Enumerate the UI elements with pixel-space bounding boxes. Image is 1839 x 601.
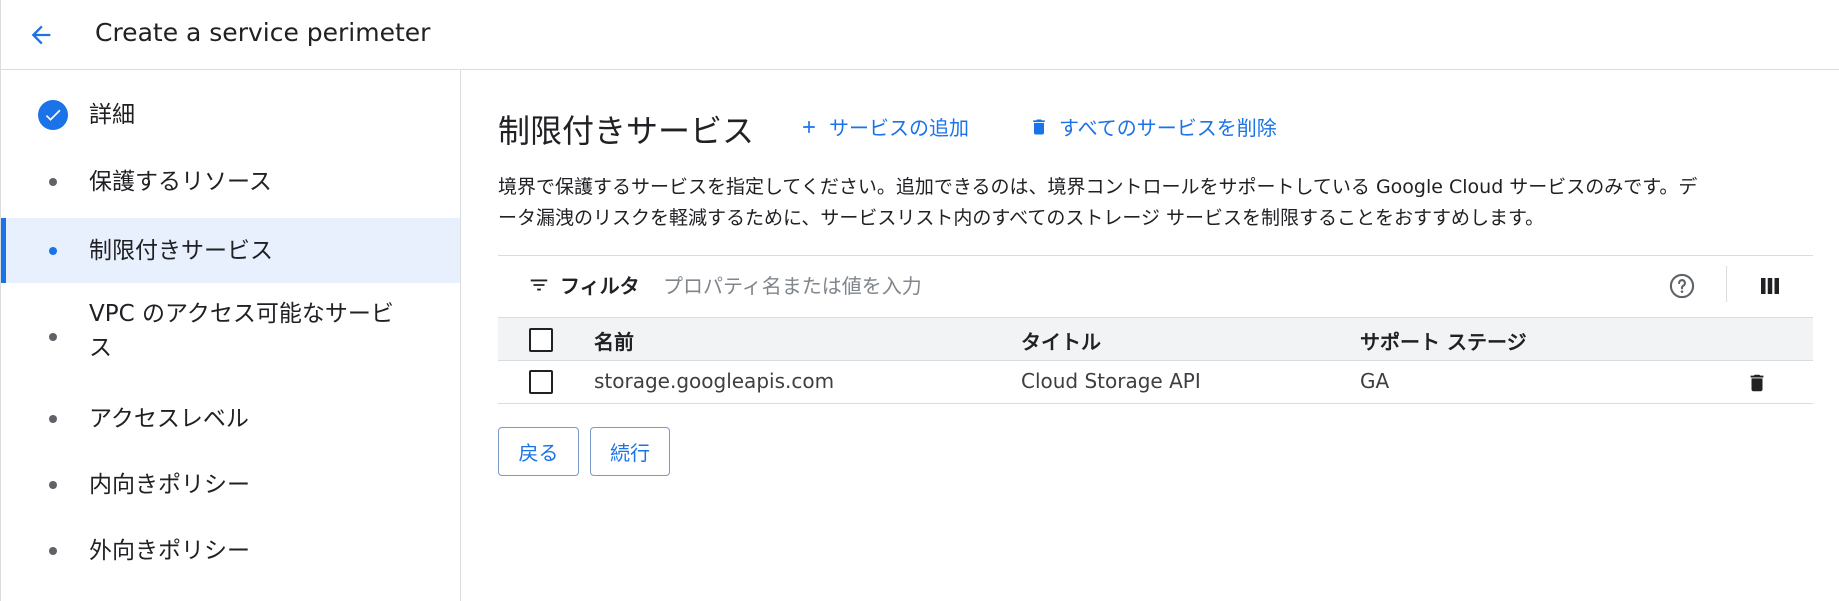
cell-service-name: storage.googleapis.com <box>594 369 835 393</box>
add-service-button[interactable]: サービスの追加 <box>799 112 969 141</box>
step-label: 外向きポリシー <box>89 538 250 564</box>
help-icon <box>1669 273 1695 299</box>
step-dot <box>49 246 57 255</box>
help-button[interactable] <box>1668 272 1696 300</box>
check-circle-icon <box>38 100 68 130</box>
column-header-support-stage[interactable]: サポート ステージ <box>1360 326 1527 355</box>
step-dot <box>49 415 57 423</box>
step-dot <box>49 547 57 555</box>
column-icon <box>1761 278 1779 294</box>
step-ingress-policies[interactable]: 内向きポリシー <box>1 454 460 516</box>
filter-label: フィルタ <box>560 274 640 298</box>
step-label-line1: VPC のアクセス可能なサービ <box>89 301 394 327</box>
step-label: 保護するリソース <box>89 169 272 195</box>
description-text: 境界で保護するサービスを指定してください。追加できるのは、境界コントロールをサポ… <box>498 172 1818 234</box>
page-header: Create a service perimeter <box>1 0 1839 70</box>
row-delete-button[interactable] <box>1746 371 1768 395</box>
step-dot <box>49 481 57 489</box>
step-label: 制限付きサービス <box>89 237 273 264</box>
continue-button[interactable]: 続行 <box>590 427 670 476</box>
trash-icon <box>1750 374 1764 392</box>
trash-icon <box>1033 119 1045 134</box>
services-table: 名前 タイトル サポート ステージ storage.googleapis.com… <box>498 317 1813 404</box>
row-checkbox[interactable] <box>529 370 553 394</box>
column-header-title[interactable]: タイトル <box>1021 326 1101 355</box>
delete-all-services-button[interactable]: すべてのサービスを削除 <box>1029 112 1277 141</box>
table-header-row: 名前 タイトル サポート ステージ <box>498 317 1813 361</box>
plus-icon <box>803 120 815 133</box>
step-label: 詳細 <box>89 102 135 128</box>
table-row: storage.googleapis.com Cloud Storage API… <box>498 361 1813 404</box>
step-egress-policies[interactable]: 外向きポリシー <box>1 520 460 582</box>
filter-label-group[interactable]: フィルタ <box>528 270 640 299</box>
description-line2: ータ漏洩のリスクを軽減するために、サービスリスト内のすべてのストレージ サービス… <box>498 207 1545 229</box>
cell-service-title: Cloud Storage API <box>1021 369 1201 393</box>
add-service-label: サービスの追加 <box>829 116 969 140</box>
step-label-line2: ス <box>89 335 112 361</box>
app-window: Create a service perimeter 詳細 保護するリソース 制… <box>0 0 1839 601</box>
filter-input[interactable] <box>663 268 1463 304</box>
column-display-button[interactable] <box>1758 274 1782 298</box>
arrow-back-icon <box>31 25 51 45</box>
description-line1: 境界で保護するサービスを指定してください。追加できるのは、境界コントロールをサポ… <box>498 176 1698 198</box>
filter-icon <box>530 279 548 290</box>
step-dot <box>49 333 57 341</box>
back-arrow-button[interactable] <box>23 17 59 53</box>
toolbar-divider <box>1726 266 1727 302</box>
step-dot <box>49 178 57 186</box>
delete-all-label: すべてのサービスを削除 <box>1059 116 1277 140</box>
select-all-checkbox[interactable] <box>529 328 553 352</box>
step-label: アクセスレベル <box>89 406 249 432</box>
filter-bar: フィルタ <box>498 255 1813 317</box>
step-vpc-accessible-services[interactable]: VPC のアクセス可能なサービ ス <box>1 296 460 378</box>
step-details[interactable]: 詳細 <box>1 84 460 146</box>
cell-support-stage: GA <box>1360 369 1390 393</box>
stepper-sidebar: 詳細 保護するリソース 制限付きサービス VPC のアクセス可能なサービ ス ア… <box>1 70 461 601</box>
page-title: Create a service perimeter <box>95 18 431 47</box>
back-button[interactable]: 戻る <box>498 427 579 476</box>
step-label: 内向きポリシー <box>89 472 250 498</box>
section-title: 制限付きサービス <box>498 112 755 150</box>
column-header-name[interactable]: 名前 <box>594 326 634 355</box>
main-content: 制限付きサービス サービスの追加 すべてのサービスを削除 境界で保護するサービス… <box>461 70 1839 601</box>
step-restricted-services[interactable]: 制限付きサービス <box>1 218 460 283</box>
step-access-levels[interactable]: アクセスレベル <box>1 388 460 450</box>
step-protected-resources[interactable]: 保護するリソース <box>1 151 460 213</box>
